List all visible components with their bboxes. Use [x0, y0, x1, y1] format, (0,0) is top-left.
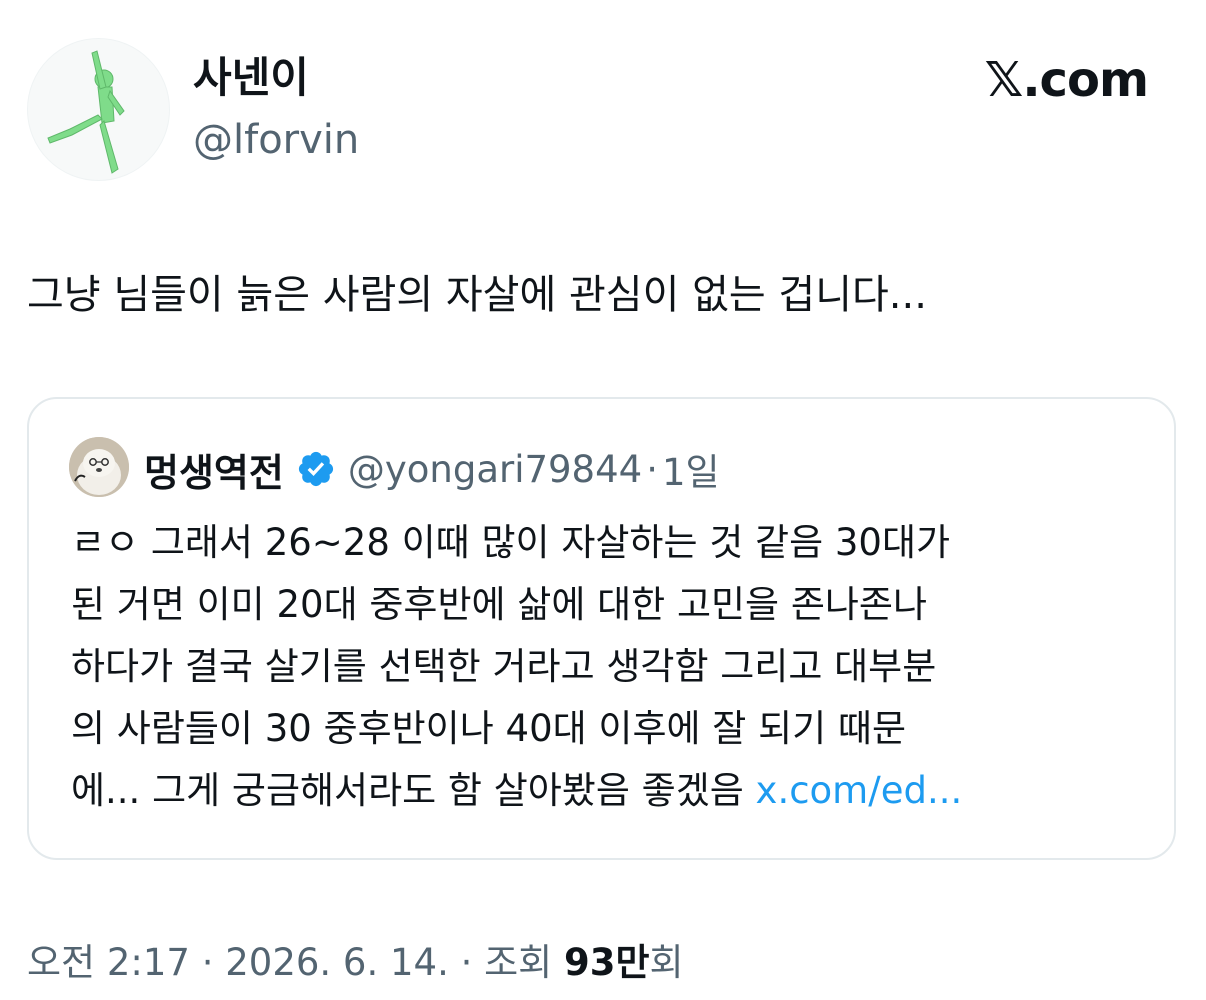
quote-avatar[interactable] — [69, 437, 129, 497]
quote-text-line: 된 거면 이미 20대 중후반에 삶에 대한 고민을 존나존나 — [71, 583, 928, 626]
verified-badge-icon[interactable] — [296, 449, 336, 489]
tweet-meta: 오전 2:17 · 2026. 6. 14. · 조회 93만회 — [27, 935, 684, 991]
quote-author-name[interactable]: 멍생역전 — [144, 442, 284, 497]
quote-header: 멍생역전 @yongari79844 · 1일 — [144, 439, 720, 499]
quote-text-line: 하다가 결국 살기를 선택한 거라고 생각함 그리고 대부분 — [71, 645, 937, 688]
quote-link[interactable]: x.com/ed... — [756, 769, 963, 812]
author-avatar[interactable] — [27, 38, 170, 181]
dog-avatar-icon — [69, 437, 129, 497]
author-name[interactable]: 사넨이 — [193, 50, 309, 106]
quote-timestamp[interactable]: 1일 — [662, 442, 720, 496]
tweet-date[interactable]: 2026. 6. 14. — [225, 941, 449, 984]
meta-separator: · — [201, 941, 214, 984]
quote-author-handle[interactable]: @yongari79844 — [348, 448, 642, 491]
views-count: 93만 — [563, 941, 650, 984]
quote-tweet-card[interactable]: 멍생역전 @yongari79844 · 1일 ㄹㅇ 그래서 26~28 이때 … — [27, 397, 1176, 860]
views-unit: 회 — [649, 941, 684, 984]
quote-text-line: 의 사람들이 30 중후반이나 40대 이후에 잘 되기 때문 — [71, 707, 907, 750]
quote-text-line: ㄹㅇ 그래서 26~28 이때 많이 자살하는 것 같음 30대가 — [71, 521, 951, 564]
green-figure-avatar-icon — [47, 50, 125, 174]
views-label: 조회 — [484, 941, 553, 984]
tweet-time[interactable]: 오전 2:17 — [27, 941, 190, 984]
tweet-text: 그냥 님들이 늙은 사람의 자살에 관심이 없는 겁니다... — [27, 272, 927, 318]
author-handle[interactable]: @lforvin — [193, 113, 359, 167]
quote-separator: · — [646, 447, 658, 491]
quote-text-line-last: 에... 그게 궁금해서라도 함 살아봤음 좋겠음 x.com/ed... — [71, 760, 1151, 822]
meta-separator: · — [460, 941, 473, 984]
quote-text-tail: 에... 그게 궁금해서라도 함 살아봤음 좋겠음 — [71, 769, 744, 812]
x-logo: 𝕏.com — [984, 52, 1149, 108]
quote-text: ㄹㅇ 그래서 26~28 이때 많이 자살하는 것 같음 30대가 된 거면 이… — [71, 512, 1151, 822]
